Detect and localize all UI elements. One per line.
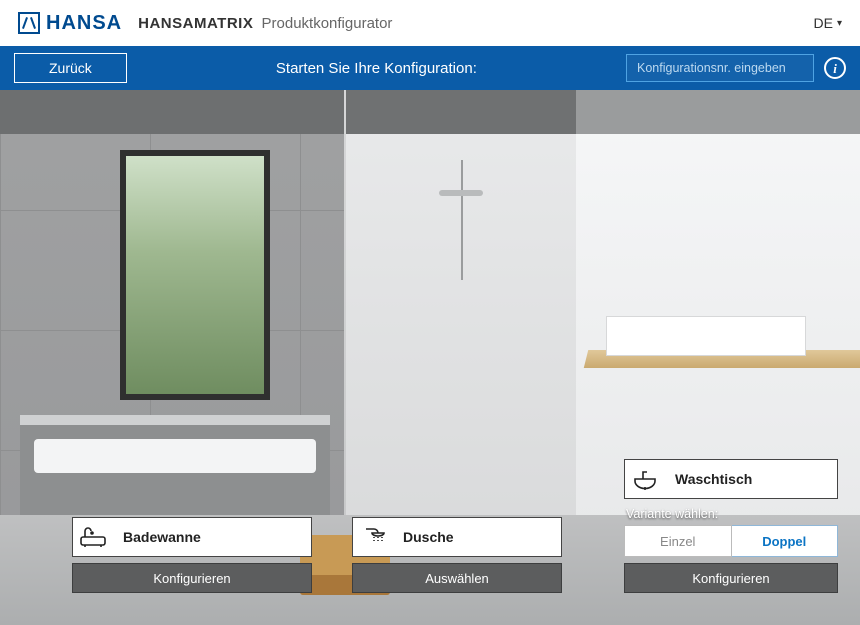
product-title: HANSAMATRIX Produktkonfigurator (138, 15, 392, 32)
brand-logo-text: HANSA (46, 12, 122, 35)
start-config-text: Starten Sie Ihre Konfiguration: (127, 60, 626, 77)
info-icon[interactable]: i (824, 57, 846, 79)
variant-segmented: Einzel Doppel (624, 525, 838, 557)
card-dusche: Dusche Auswählen (352, 517, 562, 593)
variant-einzel-button[interactable]: Einzel (624, 525, 732, 557)
product-title-bold: HANSAMATRIX (138, 15, 253, 32)
shower-icon (353, 518, 393, 556)
card-dusche-header: Dusche (352, 517, 562, 557)
action-bar: Zurück Starten Sie Ihre Konfiguration: i (0, 46, 860, 90)
card-waschtisch: Waschtisch Variante wählen: Einzel Doppe… (624, 459, 838, 593)
card-badewanne: Badewanne Konfigurieren (72, 517, 312, 593)
language-selector[interactable]: DE ▾ (814, 15, 842, 31)
back-button[interactable]: Zurück (14, 53, 127, 83)
select-dusche-button[interactable]: Auswählen (352, 563, 562, 593)
language-code: DE (814, 15, 833, 31)
configure-waschtisch-button[interactable]: Konfigurieren (624, 563, 838, 593)
brand-logo-mark-icon (18, 12, 40, 34)
card-waschtisch-header: Waschtisch (624, 459, 838, 499)
card-waschtisch-title: Waschtisch (675, 471, 752, 487)
bathtub-icon (73, 518, 113, 556)
configure-badewanne-button[interactable]: Konfigurieren (72, 563, 312, 593)
chevron-down-icon: ▾ (837, 18, 842, 29)
scene-stage: Badewanne Konfigurieren Dusche Auswählen (0, 90, 860, 625)
card-dusche-title: Dusche (403, 529, 454, 545)
config-number-input[interactable] (626, 54, 814, 82)
card-badewanne-title: Badewanne (123, 529, 201, 545)
variant-label: Variante wählen: (626, 507, 836, 521)
card-badewanne-header: Badewanne (72, 517, 312, 557)
product-title-sub: Produktkonfigurator (262, 15, 393, 32)
brand-logo: HANSA (18, 12, 122, 35)
top-header: HANSA HANSAMATRIX Produktkonfigurator DE… (0, 0, 860, 46)
variant-doppel-button[interactable]: Doppel (732, 525, 839, 557)
washbasin-icon (625, 460, 665, 498)
